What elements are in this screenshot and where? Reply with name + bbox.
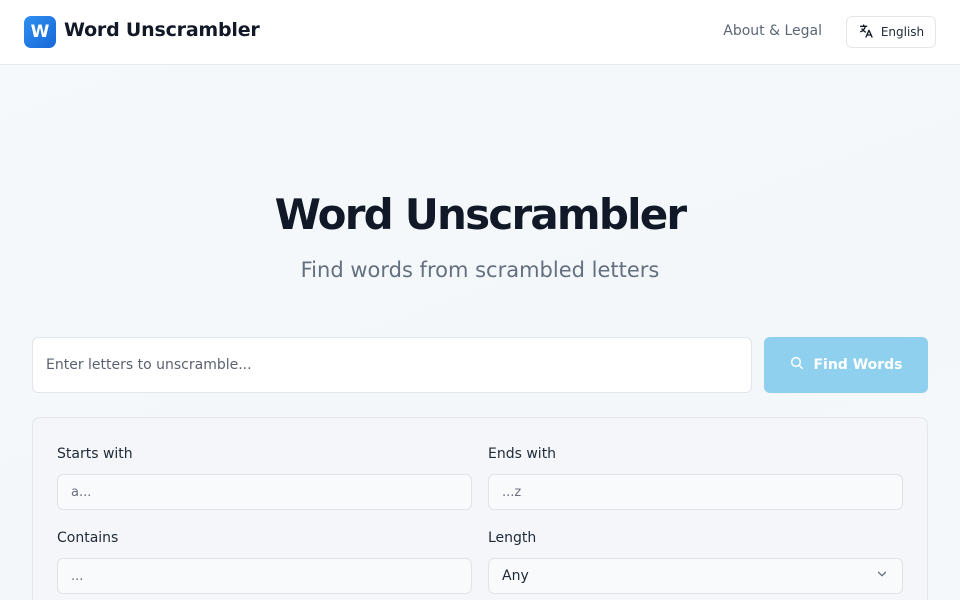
contains-input[interactable] bbox=[57, 558, 472, 594]
logo-letter: W bbox=[30, 22, 50, 42]
search-icon bbox=[789, 355, 805, 375]
length-label: Length bbox=[488, 530, 537, 546]
find-words-label: Find Words bbox=[813, 357, 903, 373]
starts-with-input[interactable] bbox=[57, 474, 472, 510]
length-selected-value: Any bbox=[502, 568, 529, 584]
starts-with-label: Starts with bbox=[57, 446, 133, 462]
length-select[interactable]: Any bbox=[488, 558, 903, 594]
language-label: English bbox=[880, 25, 925, 39]
letters-input[interactable] bbox=[32, 337, 752, 393]
translate-icon bbox=[858, 23, 874, 42]
filter-panel: Starts with Ends with Contains Length An… bbox=[32, 417, 928, 600]
page-title: Word Unscrambler bbox=[274, 190, 687, 239]
contains-label: Contains bbox=[57, 530, 119, 546]
logo[interactable]: W bbox=[24, 16, 56, 48]
top-navbar: W Word Unscrambler About & Legal English bbox=[0, 0, 960, 65]
chevron-down-icon bbox=[875, 567, 889, 585]
ends-with-label: Ends with bbox=[488, 446, 557, 462]
ends-with-input[interactable] bbox=[488, 474, 903, 510]
brand-name[interactable]: Word Unscrambler bbox=[64, 19, 260, 41]
find-words-button[interactable]: Find Words bbox=[764, 337, 928, 393]
page-subtitle: Find words from scrambled letters bbox=[300, 258, 660, 282]
about-legal-link[interactable]: About & Legal bbox=[723, 23, 822, 39]
language-selector-button[interactable]: English bbox=[846, 16, 936, 48]
